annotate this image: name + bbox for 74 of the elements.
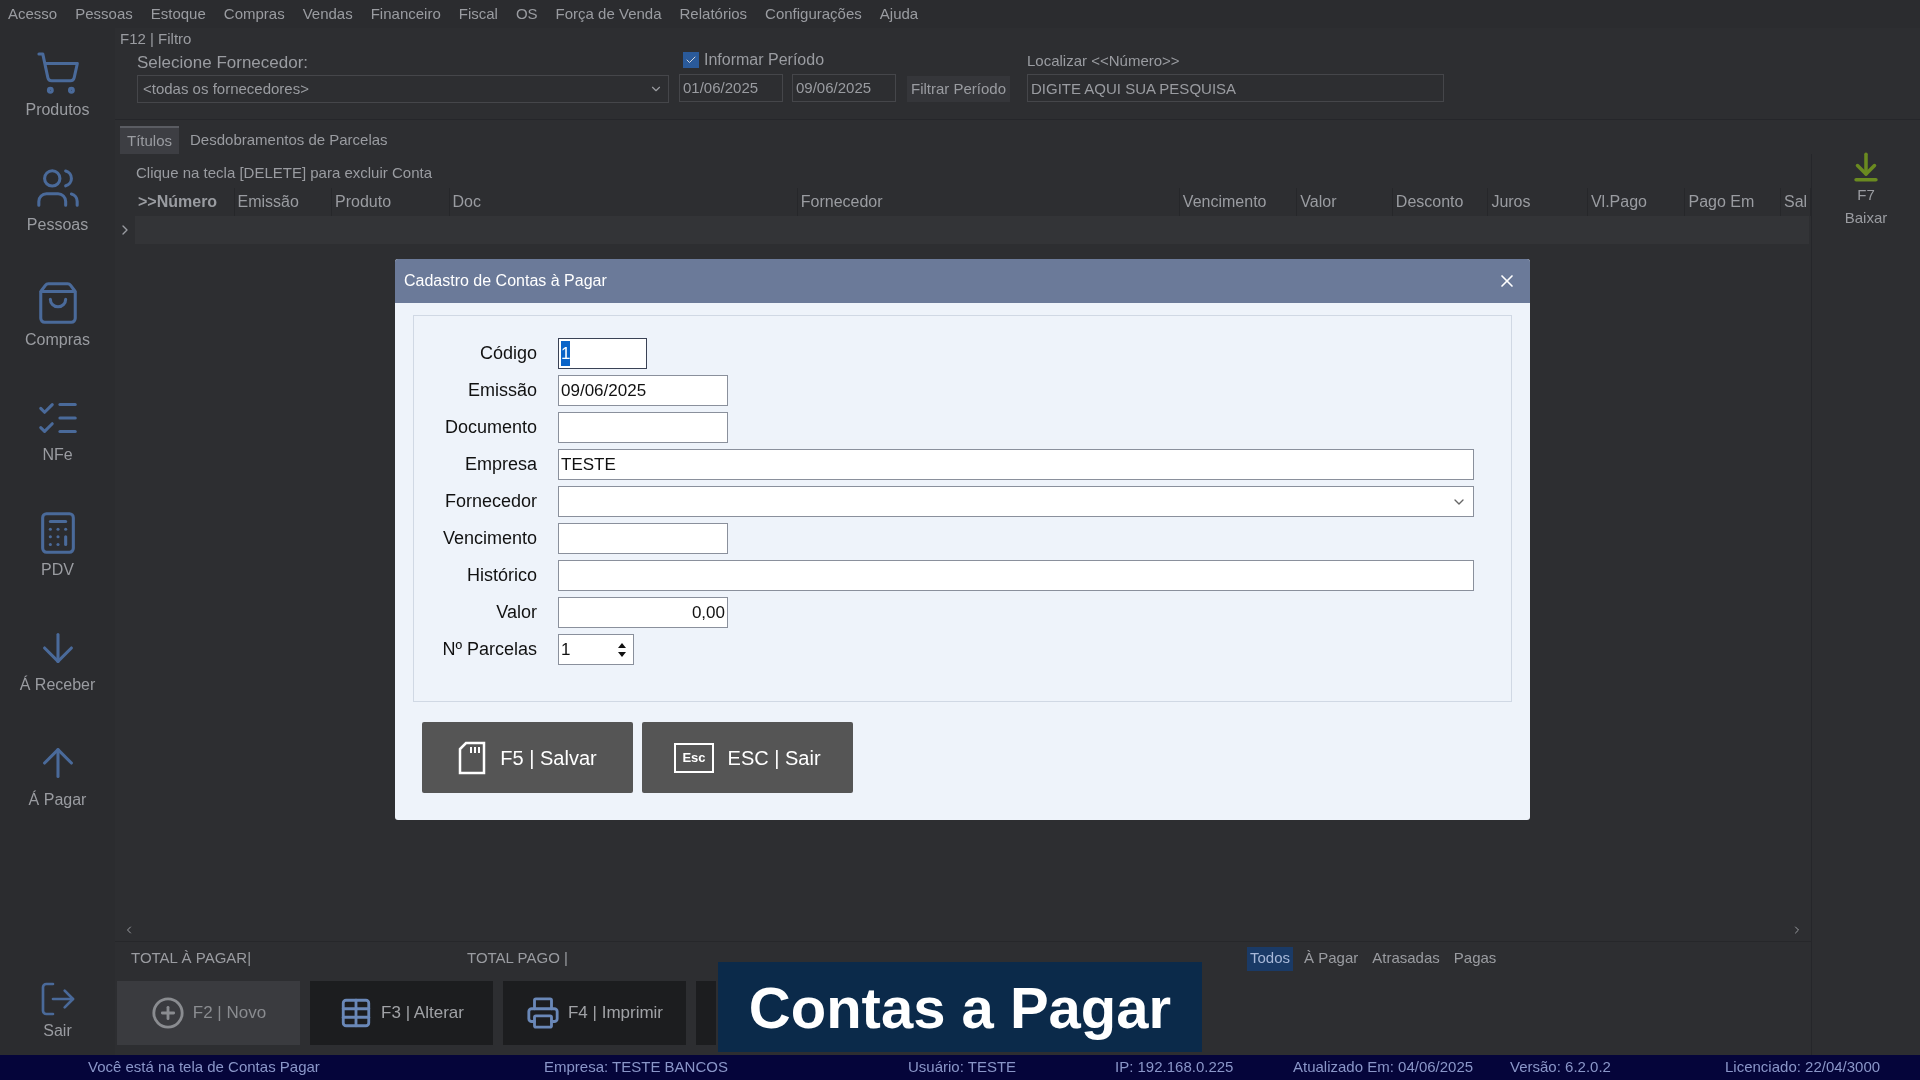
exit-button[interactable]: Sair <box>37 979 78 1043</box>
menu-item[interactable]: OS <box>515 2 538 26</box>
field-label: Nº Parcelas <box>441 638 538 661</box>
caption: Contas a Pagar <box>718 962 1202 1052</box>
menu-item[interactable]: Acesso <box>8 2 58 26</box>
esc-key-icon: Esc <box>674 742 714 773</box>
sidebar-item[interactable]: NFe <box>5 395 110 510</box>
total-label: TOTAL À PAGAR| <box>131 948 253 969</box>
field-label: Valor <box>495 601 538 624</box>
period-checkbox[interactable]: Informar Período <box>683 48 825 72</box>
action-button[interactable]: F3 | Alterar <box>310 981 493 1045</box>
sidebar-item[interactable]: PDV <box>5 510 110 625</box>
search-field[interactable]: DIGITE AQUI SUA PESQUISA <box>1027 74 1444 102</box>
supplier-dropdown[interactable]: <todas os fornecedores> <box>137 75 669 103</box>
menu-item[interactable]: Relatórios <box>679 2 748 26</box>
action-button[interactable]: F4 | Imprimir <box>503 981 686 1045</box>
menu-item[interactable]: Ajuda <box>879 2 919 26</box>
menu-item[interactable]: Compras <box>223 2 285 26</box>
filter-period-button[interactable]: Filtrar Período <box>907 76 1011 102</box>
input-field[interactable]: TESTE <box>558 449 1474 480</box>
exit-button[interactable]: Esc ESC | Sair <box>642 722 853 793</box>
dropdown-field[interactable] <box>558 486 1474 517</box>
field-label: Documento <box>443 416 538 439</box>
menu-item[interactable]: Força de Venda <box>555 2 662 26</box>
save-button[interactable]: F5 | Salvar <box>422 722 633 793</box>
supplier-label: Selecione Fornecedor: <box>137 52 309 74</box>
input-field[interactable]: 1 <box>558 338 647 369</box>
field-label: Histórico <box>466 564 538 587</box>
menu-item[interactable]: Configurações <box>765 2 862 26</box>
filter-title: F12 | Filtro <box>120 29 192 49</box>
status-text: IP: 192.168.0.225 <box>1115 1057 1235 1078</box>
menu-item[interactable]: Fiscal <box>458 2 498 26</box>
printer-icon <box>525 996 560 1030</box>
status-filter[interactable]: Todos <box>1247 946 1294 971</box>
field-label: Empresa <box>463 453 538 476</box>
status-filter[interactable]: Atrasadas <box>1369 946 1443 971</box>
sidebar-item[interactable]: Produtos <box>5 50 110 165</box>
status-filter[interactable]: Pagas <box>1450 946 1500 971</box>
status-filter[interactable]: À Pagar <box>1301 946 1362 971</box>
field-label: Código <box>478 342 538 365</box>
menu-item[interactable]: Pessoas <box>75 2 133 26</box>
sidebar-item[interactable]: Pessoas <box>5 165 110 280</box>
field-label: Fornecedor <box>443 490 538 513</box>
status-text: Você está na tela de Contas Pagar <box>88 1057 321 1078</box>
input-field[interactable]: 0,00 <box>558 597 728 628</box>
sidebar-item[interactable]: Á Receber <box>5 625 110 740</box>
date-to-field[interactable]: 09/06/2025 <box>792 74 896 102</box>
sidebar-item[interactable]: Compras <box>5 280 110 395</box>
settle-button[interactable]: F7 Baixar <box>1844 150 1888 229</box>
delete-hint: Clique na tecla [DELETE] para excluir Conta <box>135 163 433 183</box>
field-label: Emissão <box>466 379 538 402</box>
search-label: Localizar <<Número>> <box>1027 51 1180 71</box>
menu-item[interactable]: Vendas <box>302 2 353 26</box>
sidebar-item[interactable]: Á Pagar <box>5 740 110 855</box>
input-field[interactable]: 09/06/2025 <box>558 375 728 406</box>
input-field[interactable] <box>558 412 728 443</box>
status-text: Licenciado: 22/04/3000 <box>1725 1057 1881 1078</box>
menu-item[interactable]: Estoque <box>150 2 206 26</box>
spin-field[interactable]: 1 <box>558 634 634 665</box>
field-label: Vencimento <box>441 527 538 550</box>
plus-icon <box>150 996 185 1030</box>
tab[interactable]: Títulos <box>120 126 179 154</box>
dialog-title: Cadastro de Contas à Pagar <box>404 271 607 291</box>
input-field[interactable] <box>558 560 1474 591</box>
sd-card-icon <box>458 740 487 775</box>
input-field[interactable] <box>558 523 728 554</box>
status-text: Empresa: TESTE BANCOS <box>544 1057 729 1078</box>
status-text: Versão: 6.2.0.2 <box>1510 1057 1612 1078</box>
status-text: Atualizado Em: 04/06/2025 <box>1293 1057 1475 1078</box>
check-icon <box>685 54 697 66</box>
status-text: Usuário: TESTE <box>908 1057 1018 1078</box>
date-from-field[interactable]: 01/06/2025 <box>679 74 783 102</box>
total-label: TOTAL PAGO | <box>467 948 569 969</box>
menu-item[interactable]: Financeiro <box>370 2 441 26</box>
